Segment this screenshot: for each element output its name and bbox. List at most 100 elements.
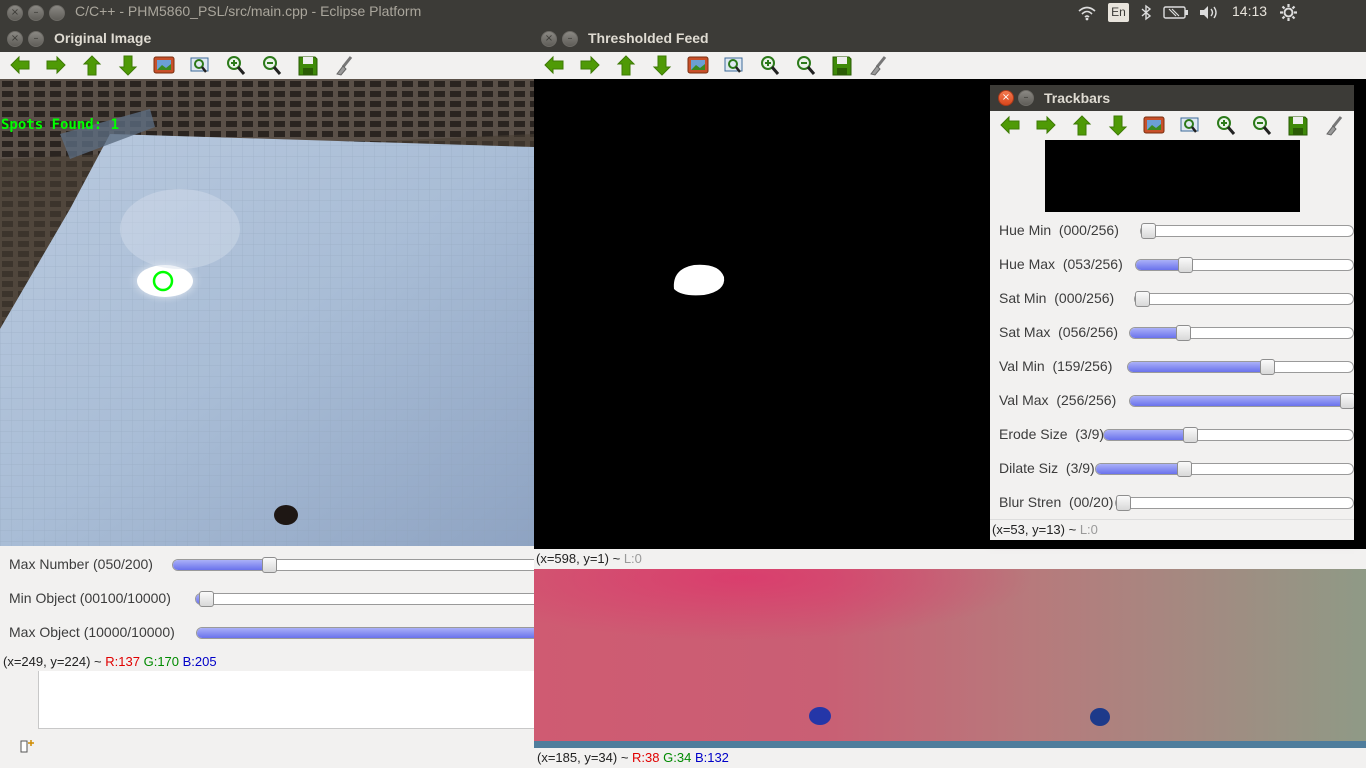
trackbar-name: Erode Size: [999, 426, 1068, 442]
red-value: R:38: [632, 750, 660, 765]
close-icon[interactable]: ×: [7, 31, 23, 47]
minimize-icon[interactable]: –: [28, 5, 44, 21]
brush-icon[interactable]: [1321, 114, 1347, 136]
slider-knob[interactable]: [1259, 359, 1275, 375]
camera-image-render: [0, 79, 534, 546]
arrow-down-icon[interactable]: [115, 54, 141, 76]
trackbar-value: (159/256): [1052, 358, 1113, 374]
eclipse-editor-area: [0, 670, 536, 768]
zoom-in-icon[interactable]: [757, 54, 783, 76]
trackbar-slider[interactable]: [1135, 257, 1354, 273]
arrow-up-icon[interactable]: [613, 54, 639, 76]
image-icon[interactable]: [1141, 114, 1167, 136]
image-icon[interactable]: [685, 54, 711, 76]
save-icon[interactable]: [295, 54, 321, 76]
minimize-icon[interactable]: –: [1018, 90, 1034, 106]
trackbar-name: Val Min: [999, 358, 1045, 374]
volume-icon[interactable]: [1198, 4, 1220, 21]
max-object-slider[interactable]: [196, 627, 534, 639]
zoom-fit-icon[interactable]: [187, 54, 213, 76]
blue-value: B:132: [694, 750, 729, 765]
trackbar-slider[interactable]: [1115, 495, 1354, 511]
arrow-up-icon[interactable]: [79, 54, 105, 76]
bluetooth-icon[interactable]: [1140, 4, 1152, 21]
trackbar-slider[interactable]: [1134, 291, 1354, 307]
new-item-icon[interactable]: [20, 738, 36, 754]
slider-knob[interactable]: [1177, 461, 1193, 477]
trackbar-value: (3/9): [1075, 426, 1105, 442]
max-object-label: Max Object (10000/10000): [9, 624, 175, 640]
max-number-slider[interactable]: [172, 557, 534, 573]
arrow-right-icon[interactable]: [1033, 114, 1059, 136]
trackbar-slider[interactable]: [1129, 325, 1354, 341]
slider-knob[interactable]: [199, 591, 215, 607]
cursor-position: (x=249, y=224) ~: [3, 654, 106, 669]
trackbar-label: Hue Min (000/256): [999, 222, 1119, 238]
brush-icon[interactable]: [331, 54, 357, 76]
battery-icon[interactable]: [1163, 6, 1189, 19]
maximize-icon[interactable]: [49, 5, 65, 21]
arrow-left-icon[interactable]: [7, 54, 33, 76]
trackbar-slider[interactable]: [1095, 461, 1354, 477]
minimize-icon[interactable]: –: [562, 31, 578, 47]
green-value: G:34: [663, 750, 692, 765]
zoom-out-icon[interactable]: [793, 54, 819, 76]
save-icon[interactable]: [829, 54, 855, 76]
arrow-right-icon[interactable]: [577, 54, 603, 76]
trackbar-name: Sat Max: [999, 324, 1051, 340]
gear-icon[interactable]: [1279, 3, 1298, 22]
wifi-icon[interactable]: [1077, 5, 1097, 21]
arrow-up-icon[interactable]: [1069, 114, 1095, 136]
min-object-slider[interactable]: [195, 591, 534, 607]
eclipse-console-pane: [38, 670, 536, 729]
clock[interactable]: 14:13: [1232, 3, 1267, 19]
trackbar-name: Hue Max: [999, 256, 1056, 272]
zoom-in-icon[interactable]: [1213, 114, 1239, 136]
slider-knob[interactable]: [1340, 393, 1354, 409]
trackbar-label: Blur Stren (00/20): [999, 494, 1113, 510]
close-icon[interactable]: ×: [7, 5, 23, 21]
zoom-fit-icon[interactable]: [1177, 114, 1203, 136]
trackbar-value: (056/256): [1058, 324, 1119, 340]
slider-knob[interactable]: [1116, 495, 1131, 511]
minimize-icon[interactable]: –: [28, 31, 44, 47]
trackbar-label: Dilate Siz (3/9): [999, 460, 1095, 476]
image-toolbar: [0, 52, 534, 78]
trackbar-name: Hue Min: [999, 222, 1052, 238]
trackbar-slider[interactable]: [1140, 223, 1354, 239]
arrow-down-icon[interactable]: [649, 54, 675, 76]
close-icon[interactable]: ×: [541, 31, 557, 47]
luminance-value: L:0: [623, 551, 642, 566]
slider-knob[interactable]: [1141, 223, 1156, 239]
trackbar-slider[interactable]: [1129, 393, 1354, 409]
trackbar-value: (000/256): [1054, 290, 1115, 306]
arrow-left-icon[interactable]: [997, 114, 1023, 136]
zoom-out-icon[interactable]: [1249, 114, 1275, 136]
min-object-label: Min Object (00100/10000): [9, 590, 171, 606]
max-number-label: Max Number (050/200): [9, 556, 153, 572]
titlebar: × – Thresholded Feed: [534, 25, 1366, 52]
trackbar-slider[interactable]: [1103, 427, 1354, 443]
trackbar-label: Val Min (159/256): [999, 358, 1112, 374]
save-icon[interactable]: [1285, 114, 1311, 136]
keyboard-layout-indicator[interactable]: En: [1108, 3, 1129, 22]
image-icon[interactable]: [151, 54, 177, 76]
trackbar-slider[interactable]: [1127, 359, 1354, 375]
slider-knob[interactable]: [1135, 291, 1150, 307]
zoom-fit-icon[interactable]: [721, 54, 747, 76]
slider-knob[interactable]: [262, 557, 278, 573]
arrow-down-icon[interactable]: [1105, 114, 1131, 136]
trackbar-value: (256/256): [1056, 392, 1117, 408]
trackbar-label: Val Max (256/256): [999, 392, 1116, 408]
zoom-in-icon[interactable]: [223, 54, 249, 76]
titlebar: × – Trackbars: [990, 85, 1354, 111]
close-icon[interactable]: ×: [998, 90, 1014, 106]
slider-knob[interactable]: [1178, 257, 1194, 273]
zoom-out-icon[interactable]: [259, 54, 285, 76]
arrow-left-icon[interactable]: [541, 54, 567, 76]
arrow-right-icon[interactable]: [43, 54, 69, 76]
brush-icon[interactable]: [865, 54, 891, 76]
trackbars-window: × – Trackbars Hue Min (000/256) Hue Max (…: [990, 85, 1354, 540]
slider-knob[interactable]: [1175, 325, 1191, 341]
slider-knob[interactable]: [1182, 427, 1198, 443]
